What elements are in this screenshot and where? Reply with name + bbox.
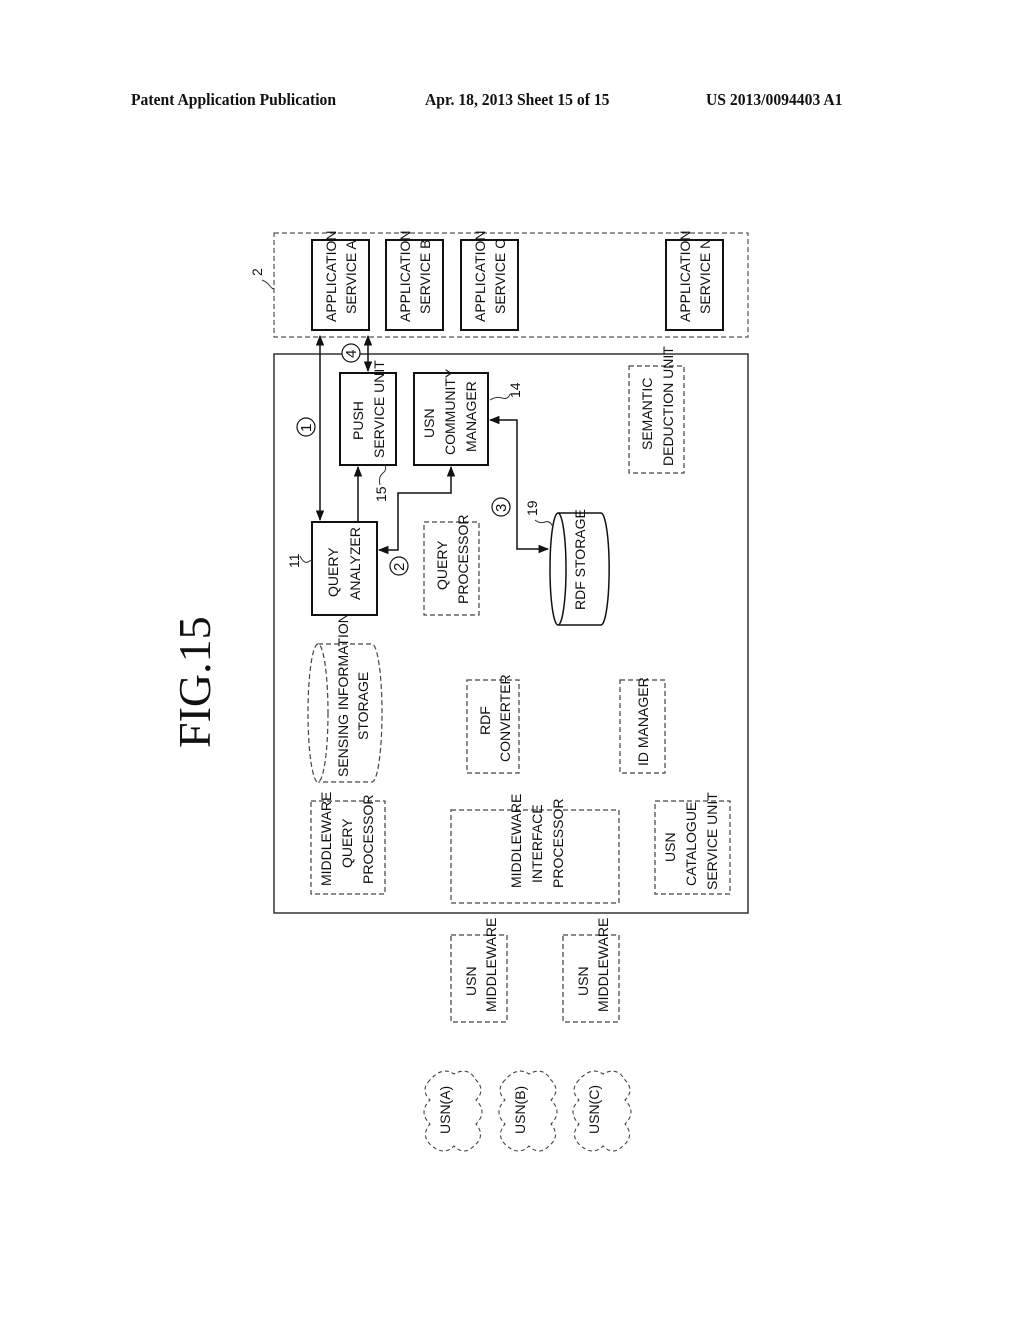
svg-text:PROCESSOR: PROCESSOR [550,799,566,888]
step-1-marker: 1 [296,417,316,437]
usn-middleware-1: USN MIDDLEWARE [450,918,508,1023]
svg-text:COMMUNITY: COMMUNITY [442,368,458,455]
svg-text:CONVERTER: CONVERTER [497,674,513,762]
figure-diagram: FIG.15 2 APPLICATION SERVICE A APPLICATI… [169,230,749,1152]
usn-c-cloud: USN(C) [572,1070,632,1152]
usn-b-cloud: USN(B) [498,1070,558,1152]
application-group-ref: 2 [249,268,265,276]
svg-text:MIDDLEWARE: MIDDLEWARE [318,792,334,886]
svg-text:QUERY: QUERY [325,547,341,597]
svg-text:APPLICATION: APPLICATION [677,230,693,322]
usn-community-manager: USN COMMUNITY MANAGER [413,368,489,466]
sensing-information-storage: SENSING INFORMATION STORAGE [307,613,383,783]
svg-text:PROCESSOR: PROCESSOR [360,795,376,884]
svg-text:ANALYZER: ANALYZER [347,527,363,600]
svg-text:APPLICATION: APPLICATION [323,230,339,322]
svg-text:MIDDLEWARE: MIDDLEWARE [483,918,499,1012]
middleware-query-processor: MIDDLEWARE QUERY PROCESSOR [310,792,386,895]
flow-3-line [488,415,550,554]
svg-text:SERVICE B: SERVICE B [417,240,433,314]
svg-text:USN: USN [662,832,678,862]
svg-text:CATALOGUE: CATALOGUE [683,802,699,886]
query-analyzer: QUERY ANALYZER [311,521,378,616]
svg-text:SERVICE UNIT: SERVICE UNIT [371,360,387,458]
application-service-n: APPLICATION SERVICE N [665,230,724,331]
svg-text:SERVICE UNIT: SERVICE UNIT [704,792,720,890]
svg-text:STORAGE: STORAGE [355,672,371,740]
svg-text:RDF STORAGE: RDF STORAGE [572,509,588,610]
svg-text:QUERY: QUERY [434,540,450,590]
step-4-marker: 4 [341,343,361,363]
svg-text:SERVICE A: SERVICE A [343,240,359,314]
id-manager: ID MANAGER [619,677,666,774]
svg-text:SEMANTIC: SEMANTIC [639,378,655,450]
svg-text:MIDDLEWARE: MIDDLEWARE [595,918,611,1012]
rdf-converter: RDF CONVERTER [466,674,520,774]
svg-text:3: 3 [493,504,510,512]
svg-text:APPLICATION: APPLICATION [397,230,413,322]
application-service-a: APPLICATION SERVICE A [311,230,370,331]
step-3-marker: 3 [491,497,511,517]
svg-text:USN: USN [575,966,591,996]
step-2-marker: 2 [389,556,409,576]
svg-text:4: 4 [343,350,360,358]
push-service-leader [378,464,387,486]
svg-text:MIDDLEWARE: MIDDLEWARE [508,794,524,888]
svg-text:1: 1 [298,424,315,432]
push-service-unit: PUSH SERVICE UNIT [339,360,397,466]
svg-text:DEDUCTION UNIT: DEDUCTION UNIT [660,346,676,466]
svg-text:SENSING INFORMATION: SENSING INFORMATION [335,613,351,777]
svg-text:INTERFACE: INTERFACE [529,804,545,883]
usn-a-cloud: USN(A) [423,1070,483,1152]
svg-text:PROCESSOR: PROCESSOR [455,515,471,604]
rdf-storage-ref: 19 [524,500,540,516]
svg-text:SERVICE N: SERVICE N [697,239,713,314]
svg-text:SERVICE C: SERVICE C [492,239,508,314]
svg-text:USN: USN [421,408,437,438]
query-processor: QUERY PROCESSOR [423,515,480,616]
svg-text:USN(B): USN(B) [512,1086,528,1134]
middleware-interface-processor: MIDDLEWARE INTERFACE PROCESSOR [450,794,620,904]
svg-text:USN(C): USN(C) [586,1085,602,1134]
push-service-ref: 15 [373,486,389,502]
svg-text:ID MANAGER: ID MANAGER [635,677,651,766]
usn-catalogue-service-unit: USN CATALOGUE SERVICE UNIT [654,792,731,895]
usn-middleware-2: USN MIDDLEWARE [562,918,620,1023]
svg-text:MANAGER: MANAGER [463,381,479,452]
application-group-leader [261,279,275,290]
rdf-storage-leader [534,519,554,528]
svg-text:USN: USN [463,966,479,996]
svg-text:QUERY: QUERY [339,818,355,868]
svg-text:RDF: RDF [477,706,493,735]
query-analyzer-ref: 11 [286,553,302,568]
semantic-deduction-unit: SEMANTIC DEDUCTION UNIT [628,346,685,474]
figure-title: FIG.15 [169,616,220,748]
rdf-storage: RDF STORAGE [549,509,610,626]
svg-text:USN(A): USN(A) [437,1086,453,1134]
svg-text:APPLICATION: APPLICATION [472,230,488,322]
svg-text:2: 2 [391,563,408,571]
application-service-c: APPLICATION SERVICE C [460,230,519,331]
application-service-b: APPLICATION SERVICE B [385,230,444,331]
svg-text:PUSH: PUSH [350,401,366,440]
